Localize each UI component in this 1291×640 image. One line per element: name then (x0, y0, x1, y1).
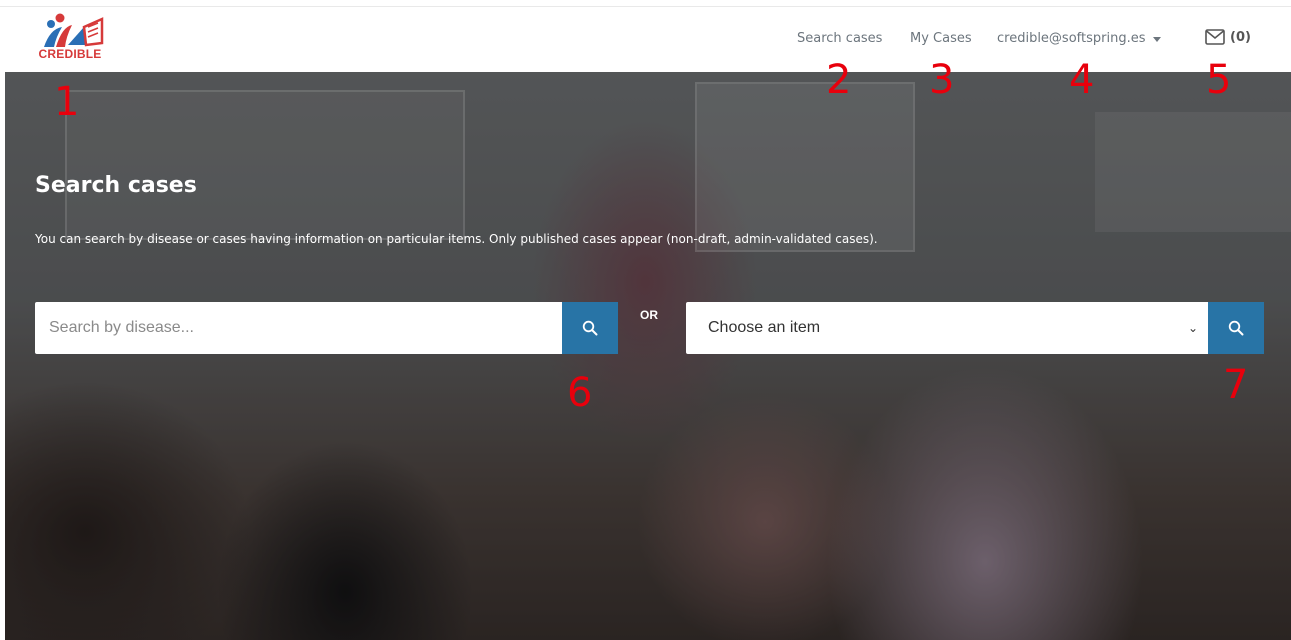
or-separator: OR (640, 308, 658, 322)
chevron-down-icon: ⌄ (1187, 321, 1198, 335)
annotation-marker-7: 7 (1223, 362, 1249, 408)
disease-search-button[interactable] (562, 302, 618, 354)
user-email: credible@softspring.es (997, 31, 1146, 46)
hero-banner: Search cases You can search by disease o… (5, 72, 1291, 640)
caret-down-icon (1153, 37, 1162, 42)
logo-text: CREDIBLE (38, 47, 102, 61)
item-select-value: Choose an item (708, 319, 821, 336)
nav-search-cases[interactable]: Search cases (797, 31, 882, 46)
item-search-button[interactable] (1208, 302, 1264, 354)
item-search-group: Choose an item ⌄ (686, 302, 1264, 354)
annotation-marker-6: 6 (567, 370, 593, 416)
top-border (0, 0, 1291, 7)
annotation-marker-1: 1 (54, 79, 80, 125)
item-select[interactable]: Choose an item ⌄ (686, 302, 1208, 354)
user-menu-dropdown[interactable]: credible@softspring.es (997, 31, 1162, 46)
messages-count: (0) (1230, 29, 1251, 45)
hero-overlay (5, 72, 1291, 640)
page-title: Search cases (35, 173, 197, 198)
navbar: CREDIBLE Search cases My Cases credible@… (0, 7, 1291, 72)
disease-search-group (35, 302, 618, 354)
envelope-icon (1205, 29, 1225, 45)
annotation-marker-4: 4 (1069, 57, 1095, 103)
page-description: You can search by disease or cases havin… (35, 232, 878, 246)
credible-logo[interactable]: CREDIBLE (32, 13, 108, 65)
messages-link[interactable]: (0) (1205, 29, 1251, 45)
nav-my-cases[interactable]: My Cases (910, 31, 972, 46)
annotation-marker-2: 2 (826, 57, 852, 103)
disease-search-input[interactable] (35, 302, 562, 354)
annotation-marker-5: 5 (1206, 57, 1232, 103)
logo-graphic-icon (44, 13, 104, 47)
search-icon (582, 320, 598, 336)
search-icon (1228, 320, 1244, 336)
annotation-marker-3: 3 (929, 57, 955, 103)
